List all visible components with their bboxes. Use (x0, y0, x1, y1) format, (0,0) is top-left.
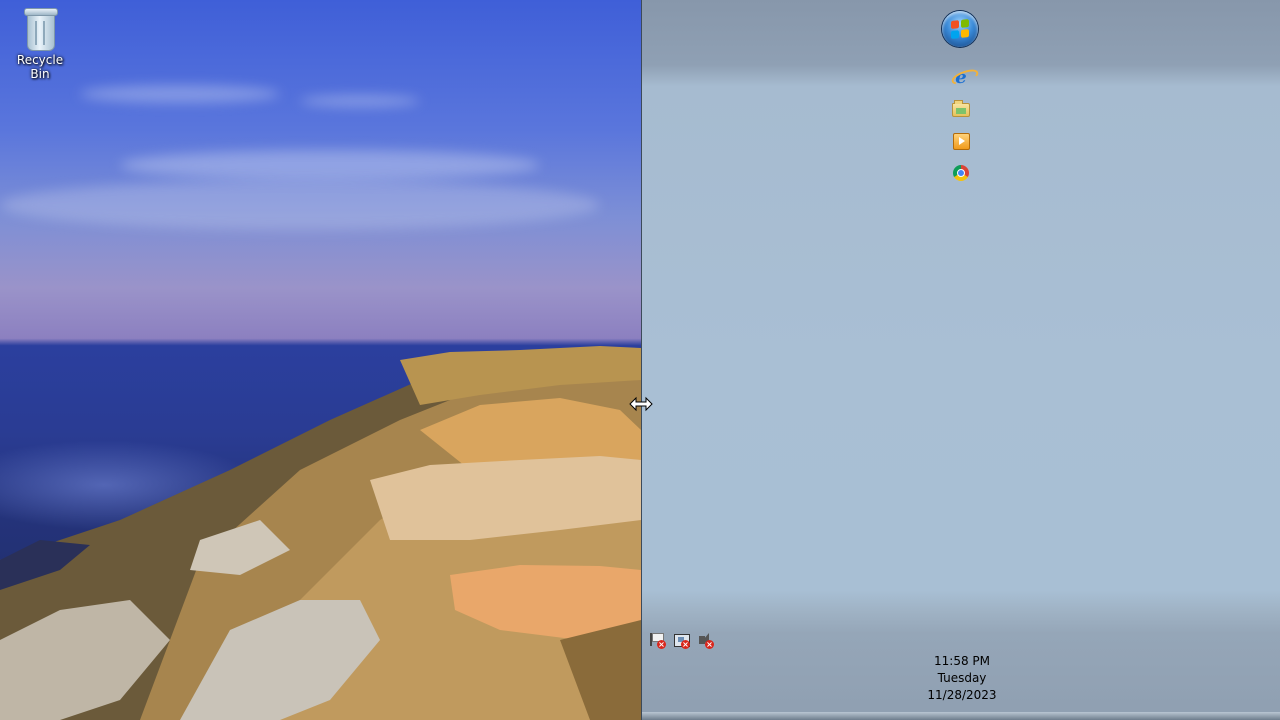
tray-network[interactable]: × (672, 631, 690, 649)
taskbar-pinned-windows-explorer[interactable] (951, 100, 971, 120)
windows-flag-icon (951, 19, 969, 39)
taskbar-pinned-media-player[interactable] (951, 131, 971, 151)
desktop-icon-label: Recycle Bin (16, 53, 64, 81)
desktop-wallpaper: Recycle Bin (0, 0, 641, 720)
horizontal-resize-cursor-icon (629, 396, 653, 412)
clock-date: 11/28/2023 (927, 688, 997, 702)
folder-icon (952, 100, 970, 117)
media-player-icon (952, 132, 970, 150)
error-badge-icon: × (657, 640, 666, 649)
chrome-icon (953, 165, 969, 181)
tray-action-center[interactable]: × (648, 631, 666, 649)
wallpaper-rocky-shore (0, 346, 641, 720)
recycle-bin-icon (22, 6, 58, 51)
desktop-icon-recycle-bin[interactable]: Recycle Bin (6, 6, 74, 81)
muted-badge-icon: × (705, 640, 714, 649)
taskbar-pinned-internet-explorer[interactable]: e (951, 66, 971, 88)
internet-explorer-icon: e (955, 66, 967, 88)
taskbar-bottom-edge (642, 712, 1280, 720)
system-tray: × × × (648, 631, 714, 649)
start-button[interactable] (942, 11, 978, 47)
taskbar-pinned-chrome[interactable] (951, 163, 971, 183)
tray-volume[interactable]: × (696, 631, 714, 649)
taskbar-clock[interactable]: 11:58 PM Tuesday 11/28/2023 (897, 653, 1027, 704)
clock-time: 11:58 PM (934, 654, 990, 668)
clock-day: Tuesday (937, 671, 987, 685)
error-badge-icon: × (681, 640, 690, 649)
taskbar: e × × × 11:58 PM Tuesday 11/28/2023 (641, 0, 1280, 720)
